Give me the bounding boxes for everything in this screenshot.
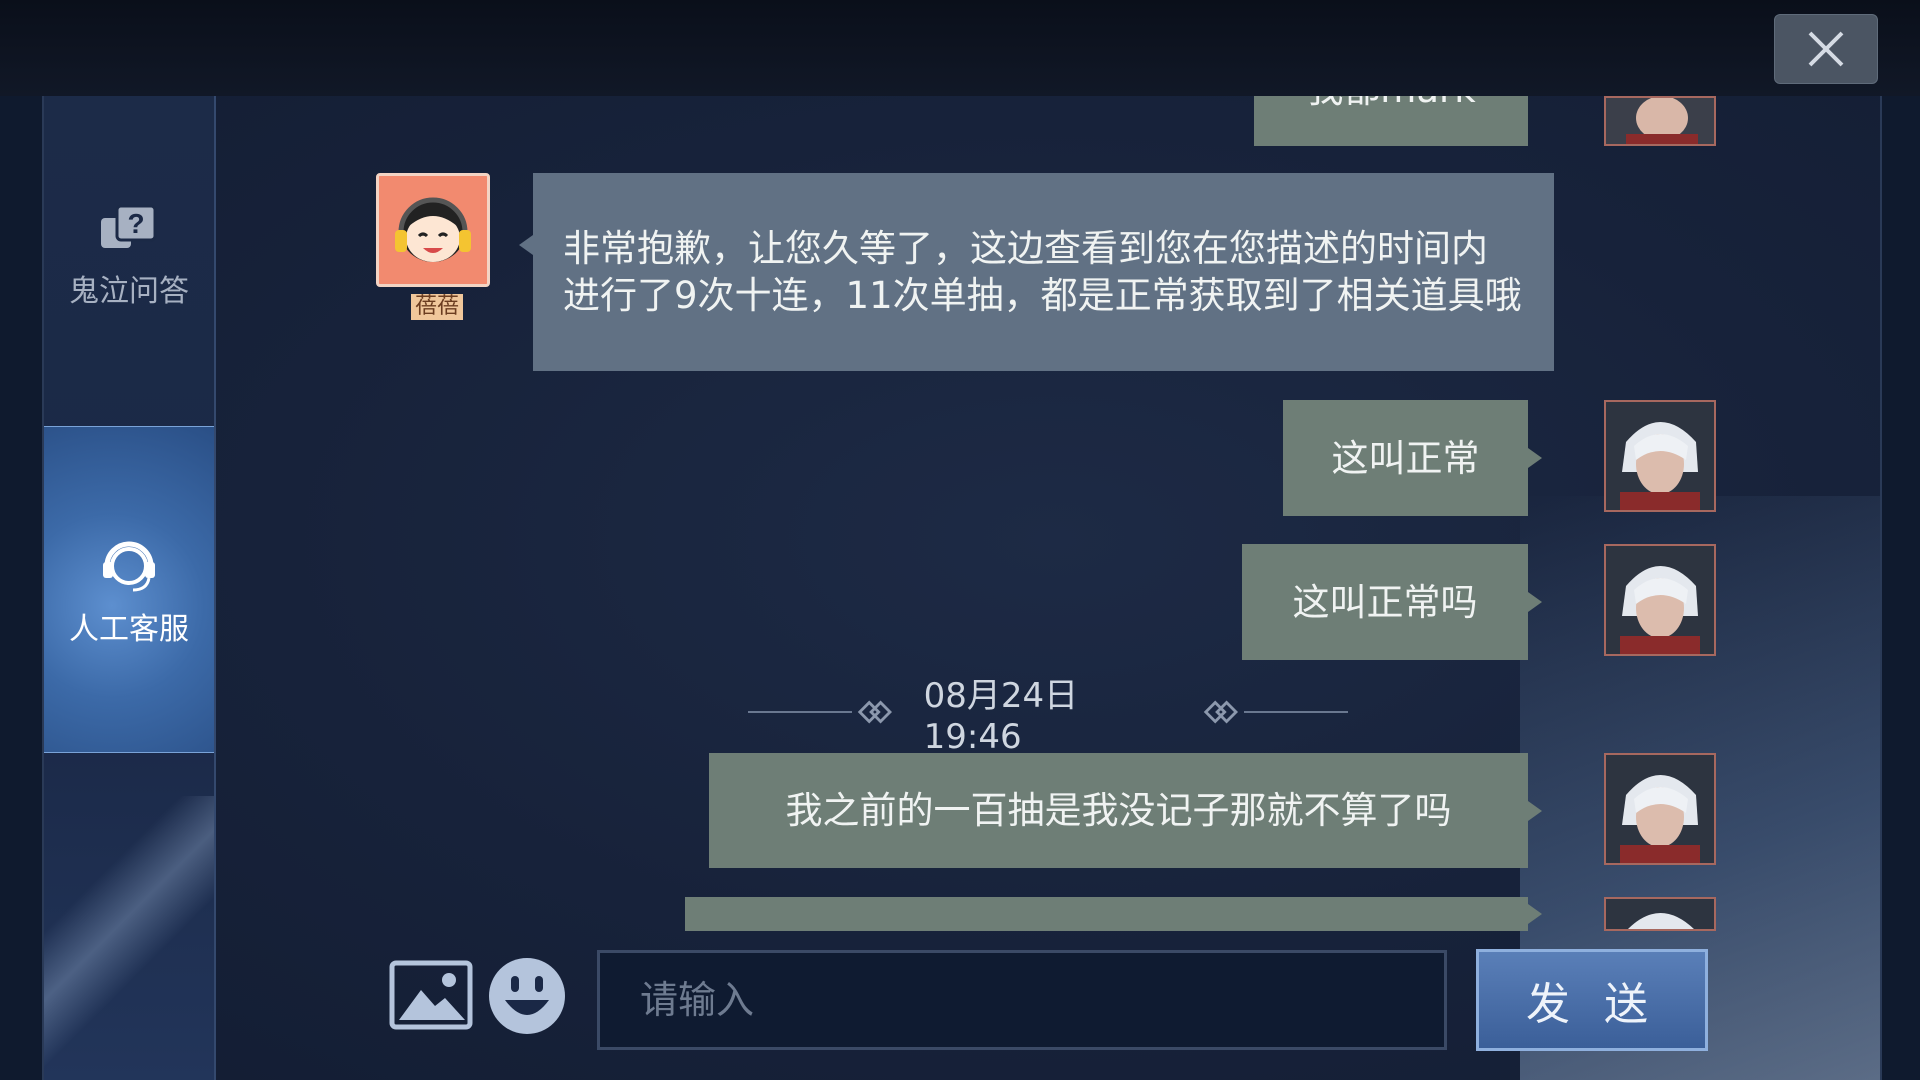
timestamp-divider: 08月24日 19:46 (748, 676, 1348, 757)
avatar (1604, 753, 1716, 865)
message-bubble-user: 这叫正常吗 (1242, 544, 1542, 660)
emoji-icon (489, 958, 565, 1034)
divider-line (1244, 711, 1348, 713)
chat-window: ? 鬼泣问答 人工客服 我都mark (42, 96, 1882, 1080)
send-button[interactable]: 发 送 (1476, 949, 1708, 1051)
timestamp: 08月24日 19:46 (923, 675, 1079, 757)
close-button[interactable] (1774, 14, 1878, 84)
chat-area: 我都mark 蓓蓓 非常抱歉，让您久等了，这边查看到您在您描述的时间内进行了9次… (44, 96, 1880, 1080)
close-icon (1808, 31, 1844, 67)
message-input[interactable] (597, 950, 1447, 1050)
diamond-ornament-icon (857, 700, 892, 724)
divider-line (748, 711, 852, 713)
image-button[interactable] (389, 960, 473, 1034)
diamond-ornament-icon (1204, 700, 1239, 724)
message-bubble-user: 这叫正常 (1283, 400, 1542, 516)
message-bubble-user: 我都mark (1254, 96, 1528, 146)
agent-name: 蓓蓓 (411, 294, 464, 320)
avatar (1604, 400, 1716, 512)
avatar (376, 173, 490, 287)
message-bubble-user: 我之前的一百抽是我没记子那就不算了吗 (709, 753, 1542, 868)
avatar (1604, 544, 1716, 656)
image-icon (389, 960, 473, 1030)
message-bubble-agent: 非常抱歉，让您久等了，这边查看到您在您描述的时间内进行了9次十连，11次单抽，都… (519, 173, 1554, 371)
emoji-button[interactable] (487, 956, 567, 1040)
avatar (1604, 96, 1716, 146)
top-bar (0, 0, 1920, 96)
